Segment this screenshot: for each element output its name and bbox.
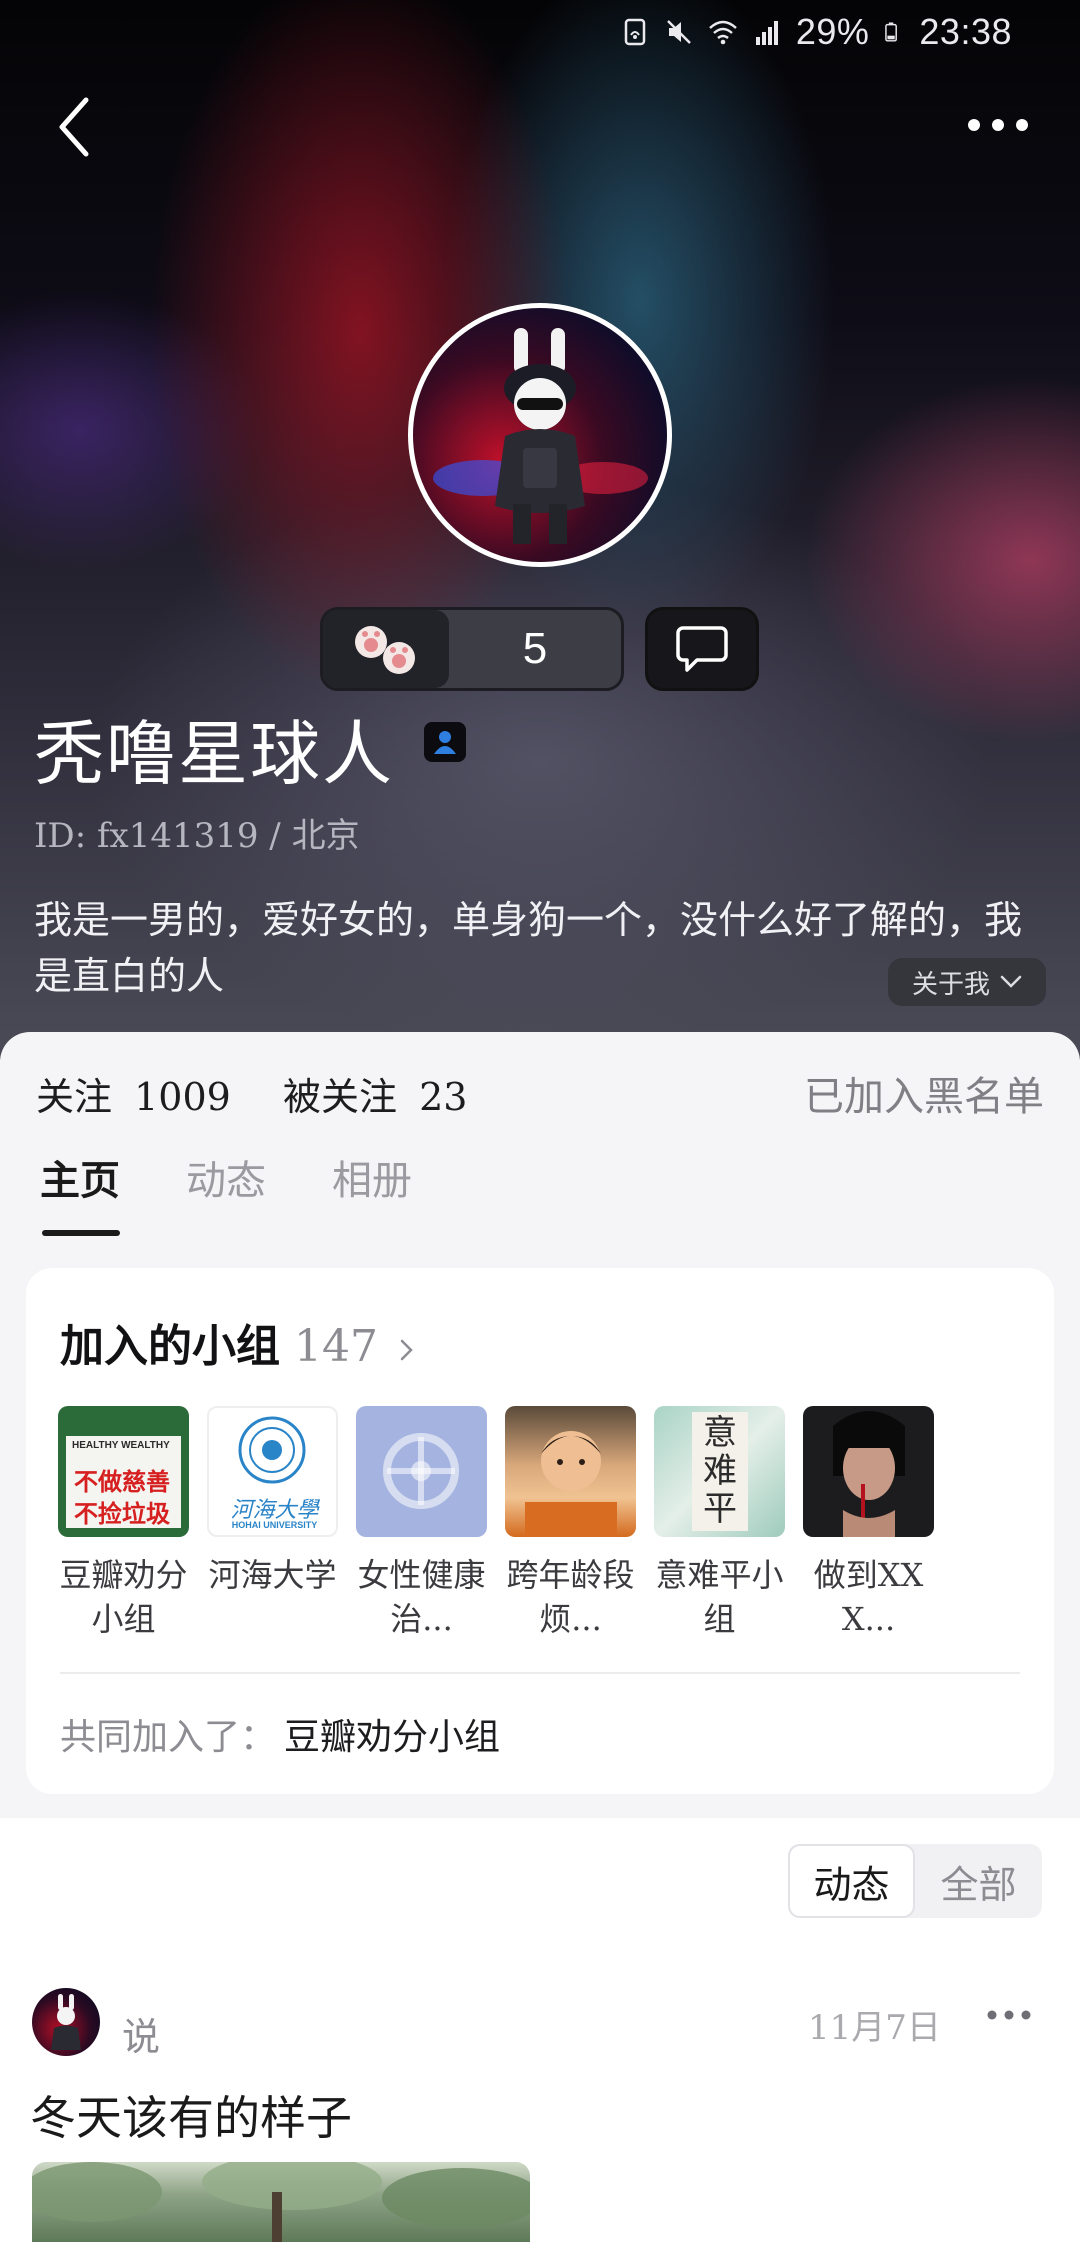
group-item[interactable]: HEALTHY WEALTHY 不做慈善 不捡垃圾 豆瓣劝分小组	[58, 1406, 189, 1641]
mute-icon	[666, 20, 691, 44]
tab-album[interactable]: 相册	[332, 1148, 412, 1236]
chevron-right-icon	[401, 1339, 414, 1360]
profile-bio: 我是一男的，爱好女的，单身狗一个，没什么好了解的，我是直白的人	[34, 898, 1023, 998]
back-icon[interactable]	[52, 92, 112, 162]
joined-groups-count: 147	[294, 1321, 378, 1372]
group-item[interactable]: 河海大學 HOHAI UNIVERSITY 河海大学	[207, 1406, 338, 1641]
post-date: 11月7日	[808, 2008, 941, 2048]
about-me-button[interactable]: 关于我	[888, 958, 1046, 1006]
avatar[interactable]	[408, 303, 672, 567]
post-text: 冬天该有的样子	[30, 2091, 352, 2145]
filter-activity-button[interactable]: 动态	[788, 1844, 915, 1918]
paw-icon	[355, 626, 415, 674]
group-label: 河海大学	[208, 1556, 337, 1594]
tab-home[interactable]: 主页	[40, 1148, 120, 1236]
group1-thumb-top: HEALTHY WEALTHY	[72, 1440, 170, 1451]
battery-icon	[885, 22, 898, 42]
follow-stats: 关注 1009 被关注 23	[36, 1066, 467, 1121]
post-more-icon[interactable]	[986, 2008, 1032, 2022]
profile-id-location: ID: fx141319 / 北京	[34, 816, 360, 856]
default-group-icon	[383, 1433, 459, 1509]
group-thumbnail	[803, 1406, 934, 1537]
group-item[interactable]: 意难平 意难平小组	[654, 1406, 785, 1641]
group-item[interactable]: 跨年龄段烦...	[505, 1406, 636, 1641]
group-label: 意难平小组	[655, 1556, 784, 1638]
filter-all-button[interactable]: 全部	[915, 1844, 1042, 1918]
followers-label: 被关注	[283, 1075, 398, 1119]
following-label: 关注	[36, 1075, 113, 1119]
group-label: 女性健康治...	[357, 1556, 486, 1638]
group-label: 做到XXX...	[813, 1556, 924, 1638]
followers-count: 23	[419, 1075, 468, 1119]
joined-groups-header[interactable]: 加入的小组 147	[60, 1310, 415, 1374]
profile-tabs: 主页 动态 相册	[40, 1148, 412, 1236]
group1-thumb-line1: 不做慈善	[74, 1467, 170, 1496]
child-photo-image	[525, 1431, 617, 1537]
profile-content-sheet: 关注 1009 被关注 23 已加入黑名单 主页 动态 相册 加入的小组 147 …	[0, 1032, 1080, 1818]
group-thumbnail: 意难平	[654, 1406, 785, 1537]
bunny-soldier-avatar-image	[433, 328, 648, 544]
wifi-icon	[708, 20, 737, 45]
following-link[interactable]: 关注 1009	[36, 1075, 243, 1119]
joined-groups-card: 加入的小组 147 HEALTHY WEALTHY 不做慈善 不捡垃圾 豆瓣劝分小…	[26, 1268, 1054, 1794]
more-dots-icon[interactable]	[966, 110, 1030, 140]
bunny-soldier-avatar-image	[51, 1994, 81, 2050]
group5-thumb-text: 意难平	[703, 1413, 737, 1529]
post-image[interactable]	[32, 2162, 530, 2242]
status-bar: 29% 23:38	[0, 0, 1080, 64]
common-group-link[interactable]: 豆瓣劝分小组	[284, 1717, 500, 1758]
following-count: 1009	[134, 1075, 231, 1119]
group-item[interactable]: 做到XXX...	[803, 1406, 934, 1641]
joined-groups-title: 加入的小组	[60, 1321, 280, 1372]
battery-percent: 29%	[795, 11, 870, 52]
post-action-label: 说	[122, 2015, 161, 2059]
group-thumbnail	[505, 1406, 636, 1537]
message-button[interactable]	[645, 607, 759, 691]
tree-photo-image	[32, 2162, 530, 2242]
about-me-label: 关于我	[911, 968, 990, 999]
group-thumbnail: HEALTHY WEALTHY 不做慈善 不捡垃圾	[58, 1406, 189, 1537]
group-thumbnail	[356, 1406, 487, 1537]
group2-thumb-en: HOHAI UNIVERSITY	[231, 1520, 318, 1530]
paw-icon-box	[323, 610, 449, 688]
followers-link[interactable]: 被关注 23	[283, 1075, 467, 1119]
group-thumbnail: 河海大學 HOHAI UNIVERSITY	[207, 1406, 338, 1537]
tab-activity[interactable]: 动态	[186, 1148, 266, 1236]
clock: 23:38	[919, 11, 1012, 52]
divider	[60, 1672, 1020, 1674]
group-item[interactable]: 女性健康治...	[356, 1406, 487, 1641]
common-groups: 共同加入了： 豆瓣劝分小组	[60, 1708, 500, 1760]
profile-header-background: 29% 23:38 5 秃噜星球人 ID: fx141319 / 北京 我是一男…	[0, 0, 1080, 1060]
groups-list: HEALTHY WEALTHY 不做慈善 不捡垃圾 豆瓣劝分小组 河海大學 HO…	[58, 1406, 934, 1641]
post-author-avatar[interactable]	[32, 1988, 100, 2056]
blacklist-status-button[interactable]: 已加入黑名单	[804, 1064, 1044, 1122]
portrait-photo-image	[833, 1411, 905, 1537]
likes-button[interactable]: 5	[320, 607, 624, 691]
group-label: 豆瓣劝分小组	[59, 1556, 188, 1638]
group1-thumb-line2: 不捡垃圾	[74, 1499, 170, 1528]
chevron-down-icon	[1000, 975, 1022, 988]
likes-count: 5	[522, 624, 548, 673]
verified-user-icon	[424, 722, 466, 762]
nfc-icon	[624, 18, 646, 46]
common-groups-label: 共同加入了：	[60, 1717, 277, 1758]
group-label: 跨年龄段烦...	[506, 1556, 635, 1638]
signal-icon	[755, 21, 778, 45]
profile-name: 秃噜星球人	[34, 713, 394, 795]
chat-bubble-icon	[676, 626, 728, 672]
feed-filter-toggle: 动态 全部	[788, 1844, 1042, 1918]
